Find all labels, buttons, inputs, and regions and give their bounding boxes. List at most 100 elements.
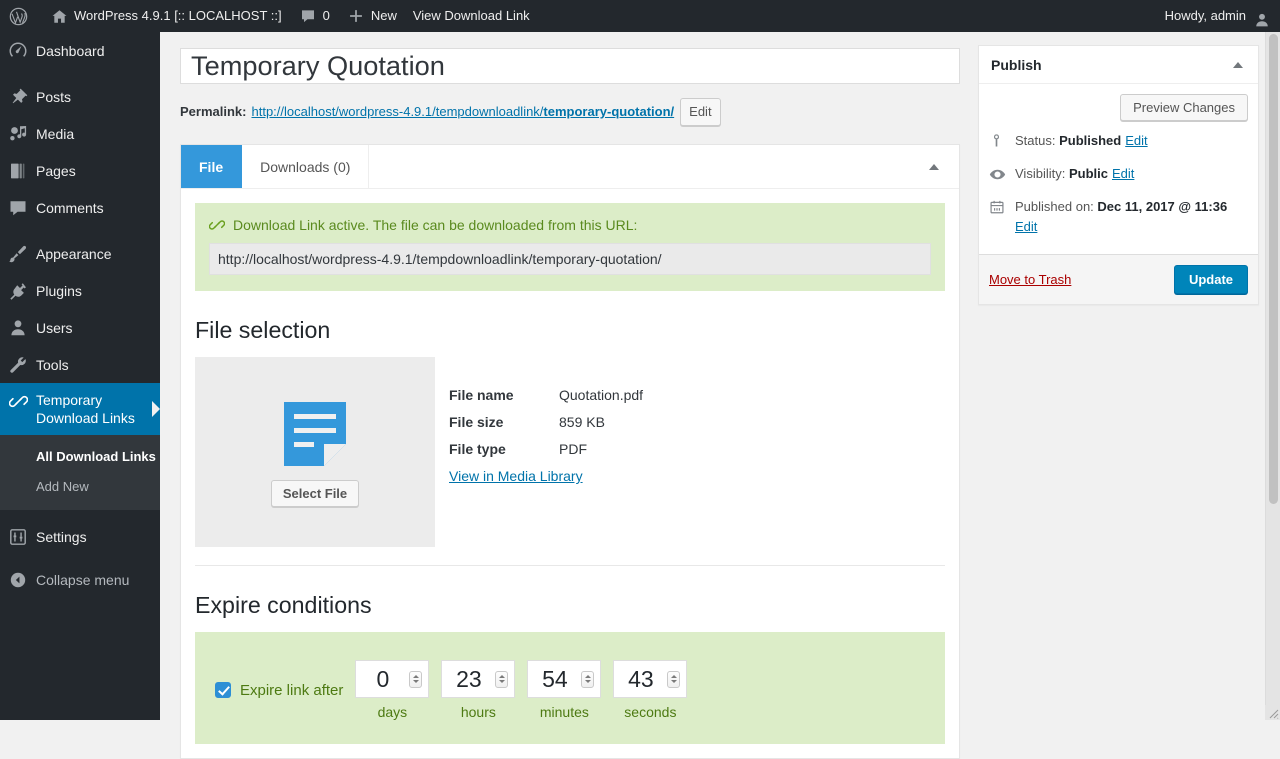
metabox-tabbar: File Downloads (0) — [181, 145, 959, 189]
edit-status-link[interactable]: Edit — [1125, 131, 1147, 152]
file-type-value: PDF — [559, 441, 643, 468]
file-selection-heading: File selection — [195, 315, 945, 345]
tab-file[interactable]: File — [181, 145, 242, 188]
expire-link-checkbox[interactable] — [215, 682, 231, 698]
expire-days-field[interactable] — [355, 660, 429, 698]
publish-footer: Move to Trash Update — [979, 254, 1258, 304]
sidebar-subitem-all-download-links[interactable]: All Download Links — [0, 442, 160, 472]
file-size-value: 859 KB — [559, 414, 643, 441]
expire-hours-input[interactable] — [442, 666, 495, 693]
publish-title: Publish — [991, 57, 1042, 73]
sidebar-separator — [0, 554, 160, 563]
user-avatar-icon — [1254, 8, 1270, 24]
preview-changes-button[interactable]: Preview Changes — [1120, 94, 1248, 121]
expire-seconds-input[interactable] — [614, 666, 667, 693]
edit-published-on-link[interactable]: Edit — [1015, 219, 1037, 234]
expire-hours-field[interactable] — [441, 660, 515, 698]
chevron-up-icon[interactable] — [919, 145, 949, 189]
main-column: Permalink: http://localhost/wordpress-4.… — [180, 48, 960, 759]
collapse-arrow-icon — [0, 571, 36, 589]
page-scrollbar[interactable] — [1265, 32, 1280, 720]
expire-days-input[interactable] — [356, 666, 409, 693]
admin-sidebar: Dashboard Posts Media Pages — [0, 32, 160, 720]
sidebar-item-posts[interactable]: Posts — [0, 78, 160, 115]
howdy-label: Howdy, admin — [1165, 0, 1246, 32]
expire-link-after-row: Expire link after days — [215, 660, 925, 720]
sidebar-item-settings[interactable]: Settings — [0, 519, 160, 554]
edit-visibility-link[interactable]: Edit — [1112, 164, 1134, 185]
site-home-link[interactable]: WordPress 4.9.1 [:: LOCALHOST ::] — [41, 0, 290, 32]
published-on-label: Published on: — [1015, 199, 1094, 214]
permalink-prefix: http://localhost/wordpress-4.9.1/tempdow… — [251, 104, 543, 119]
sidebar-item-label: Plugins — [36, 282, 92, 300]
tabbar-filler — [369, 145, 959, 188]
status-label: Status: — [1015, 131, 1055, 152]
my-account-menu[interactable]: Howdy, admin — [1157, 0, 1270, 32]
sidebar-subitem-add-new[interactable]: Add New — [0, 472, 160, 502]
content-area: Permalink: http://localhost/wordpress-4.… — [160, 32, 1271, 720]
sidebar-item-label: Appearance — [36, 245, 122, 263]
edit-permalink-button[interactable]: Edit — [680, 98, 720, 126]
admin-bar-right: Howdy, admin — [1157, 0, 1280, 32]
expire-seconds-unit: seconds — [624, 704, 676, 720]
download-url-field[interactable] — [209, 243, 931, 275]
expire-hours-stepper[interactable] — [495, 671, 508, 688]
expire-seconds-stepper[interactable] — [667, 671, 680, 688]
post-title-input[interactable] — [191, 50, 949, 82]
scrollbar-thumb[interactable] — [1269, 34, 1278, 504]
sidebar-item-users[interactable]: Users — [0, 309, 160, 346]
expire-days-stepper[interactable] — [409, 671, 422, 688]
download-link-notice: Download Link active. The file can be do… — [195, 203, 945, 291]
select-file-button[interactable]: Select File — [271, 480, 359, 507]
status-value: Published — [1059, 131, 1121, 152]
wordpress-logo-icon — [8, 6, 28, 26]
sidebar-item-comments[interactable]: Comments — [0, 189, 160, 226]
link-icon — [209, 217, 225, 233]
collapse-menu-button[interactable]: Collapse menu — [0, 563, 160, 597]
view-download-link[interactable]: View Download Link — [405, 0, 538, 32]
expire-seconds-field[interactable] — [613, 660, 687, 698]
plug-icon — [0, 280, 36, 301]
sidebar-item-tools[interactable]: Tools — [0, 346, 160, 383]
permalink-url[interactable]: http://localhost/wordpress-4.9.1/tempdow… — [251, 100, 674, 124]
window-resize-grip[interactable] — [1265, 705, 1280, 720]
pages-icon — [0, 160, 36, 181]
file-info-table: File name Quotation.pdf File size 859 KB… — [449, 387, 643, 468]
wordpress-logo-menu[interactable] — [0, 0, 41, 32]
update-button[interactable]: Update — [1174, 265, 1248, 294]
expire-minutes-input[interactable] — [528, 666, 581, 693]
link-icon — [0, 391, 36, 411]
side-column: Publish Preview Changes Status: Publishe… — [978, 45, 1259, 305]
published-on-value: Dec 11, 2017 @ 11:36 — [1097, 199, 1227, 214]
sidebar-item-temporary-download-links[interactable]: Temporary Download Links — [0, 383, 160, 435]
chevron-up-icon[interactable] — [1222, 46, 1254, 83]
sidebar-item-label: Pages — [36, 162, 86, 180]
move-to-trash-link[interactable]: Move to Trash — [989, 272, 1071, 287]
publish-body: Preview Changes Status: Published Edit — [979, 84, 1258, 254]
comments-bubble-link[interactable]: 0 — [290, 0, 338, 32]
view-in-media-library-link[interactable]: View in Media Library — [449, 468, 583, 484]
expire-hours-group: hours — [441, 660, 515, 720]
sidebar-item-media[interactable]: Media — [0, 115, 160, 152]
sidebar-item-plugins[interactable]: Plugins — [0, 272, 160, 309]
sidebar-item-dashboard[interactable]: Dashboard — [0, 32, 160, 69]
collapse-menu-label: Collapse menu — [36, 572, 129, 588]
sidebar-item-label: Settings — [36, 528, 97, 546]
publish-visibility-row: Visibility: Public Edit — [989, 158, 1248, 191]
tab-downloads[interactable]: Downloads (0) — [242, 145, 369, 188]
publish-status-row: Status: Published Edit — [989, 125, 1248, 158]
expire-hours-unit: hours — [461, 704, 496, 720]
expire-minutes-field[interactable] — [527, 660, 601, 698]
sidebar-item-appearance[interactable]: Appearance — [0, 235, 160, 272]
expire-minutes-stepper[interactable] — [581, 671, 594, 688]
new-label: New — [371, 0, 397, 32]
expire-seconds-group: seconds — [613, 660, 687, 720]
new-content-link[interactable]: New — [338, 0, 405, 32]
expire-conditions-panel: Expire link after days — [195, 632, 945, 744]
expire-conditions-heading: Expire conditions — [195, 590, 945, 620]
sidebar-item-label: Dashboard — [36, 42, 115, 60]
media-icon — [0, 123, 36, 144]
visibility-label: Visibility: — [1015, 164, 1065, 185]
sidebar-item-pages[interactable]: Pages — [0, 152, 160, 189]
expire-spinners: days hours — [355, 660, 699, 720]
